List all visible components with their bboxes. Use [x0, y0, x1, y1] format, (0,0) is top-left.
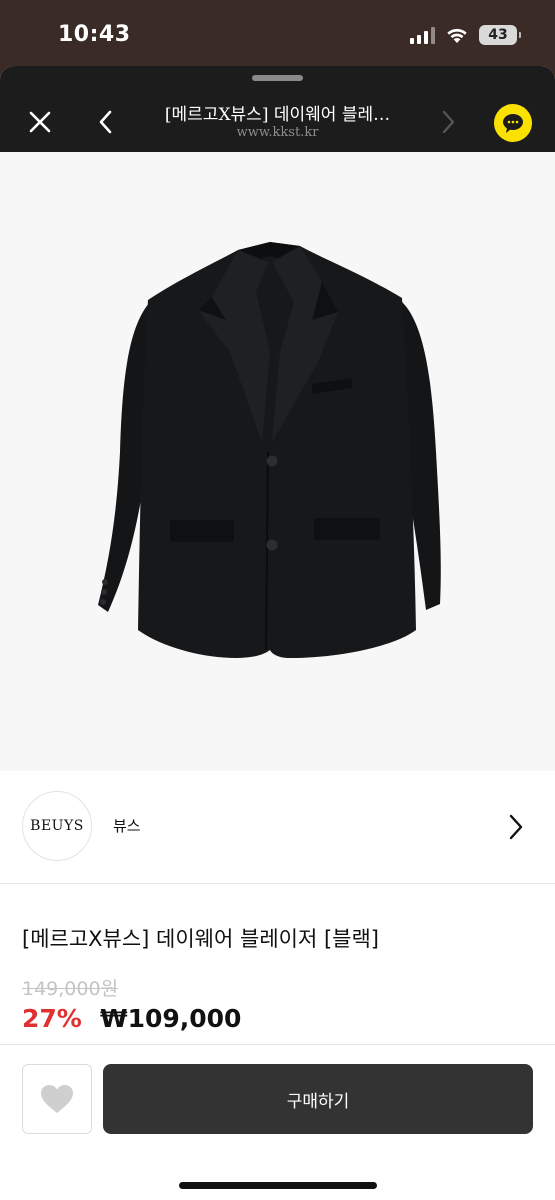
- status-icons: 43: [410, 25, 521, 45]
- kakaotalk-icon: [503, 114, 523, 133]
- heart-icon: [41, 1085, 73, 1113]
- bottom-action-bar: 구매하기: [0, 1044, 555, 1200]
- status-bar: 10:43 43: [0, 0, 555, 70]
- signal-icon: [410, 26, 435, 44]
- brand-logo: BEUYS: [22, 791, 92, 861]
- back-icon[interactable]: [92, 106, 120, 138]
- brand-name: 뷰스: [113, 817, 141, 835]
- page-title: [메르고X뷰스] 데이웨어 블레…: [164, 105, 391, 125]
- product-name: [메르고X뷰스] 데이웨어 블레이저 [블랙]: [22, 927, 379, 951]
- sale-price: ₩109,000: [100, 1004, 242, 1033]
- discount-rate: 27%: [22, 1004, 82, 1033]
- original-price: 149,000원: [22, 978, 119, 1000]
- buy-button[interactable]: 구매하기: [103, 1064, 533, 1134]
- chevron-right-icon[interactable]: [505, 812, 527, 842]
- wifi-icon: [447, 28, 467, 43]
- kakaotalk-button[interactable]: [494, 104, 532, 142]
- sheet-grabber-handle[interactable]: [252, 75, 303, 81]
- like-button[interactable]: [22, 1064, 92, 1134]
- close-icon[interactable]: [24, 106, 56, 138]
- battery-icon: 43: [479, 25, 521, 45]
- browser-toolbar: [메르고X뷰스] 데이웨어 블레… www.kkst.kr: [0, 66, 555, 152]
- product-image[interactable]: [0, 152, 555, 771]
- page-url: www.kkst.kr: [236, 125, 319, 140]
- status-time: 10:43: [58, 22, 131, 47]
- brand-row[interactable]: BEUYS 뷰스: [0, 771, 555, 884]
- in-app-browser-sheet: [메르고X뷰스] 데이웨어 블레… www.kkst.kr BEUYS 뷰스 […: [0, 66, 555, 1200]
- home-indicator: [179, 1182, 377, 1189]
- forward-icon[interactable]: [434, 106, 462, 138]
- black-blazer-image: [98, 242, 441, 658]
